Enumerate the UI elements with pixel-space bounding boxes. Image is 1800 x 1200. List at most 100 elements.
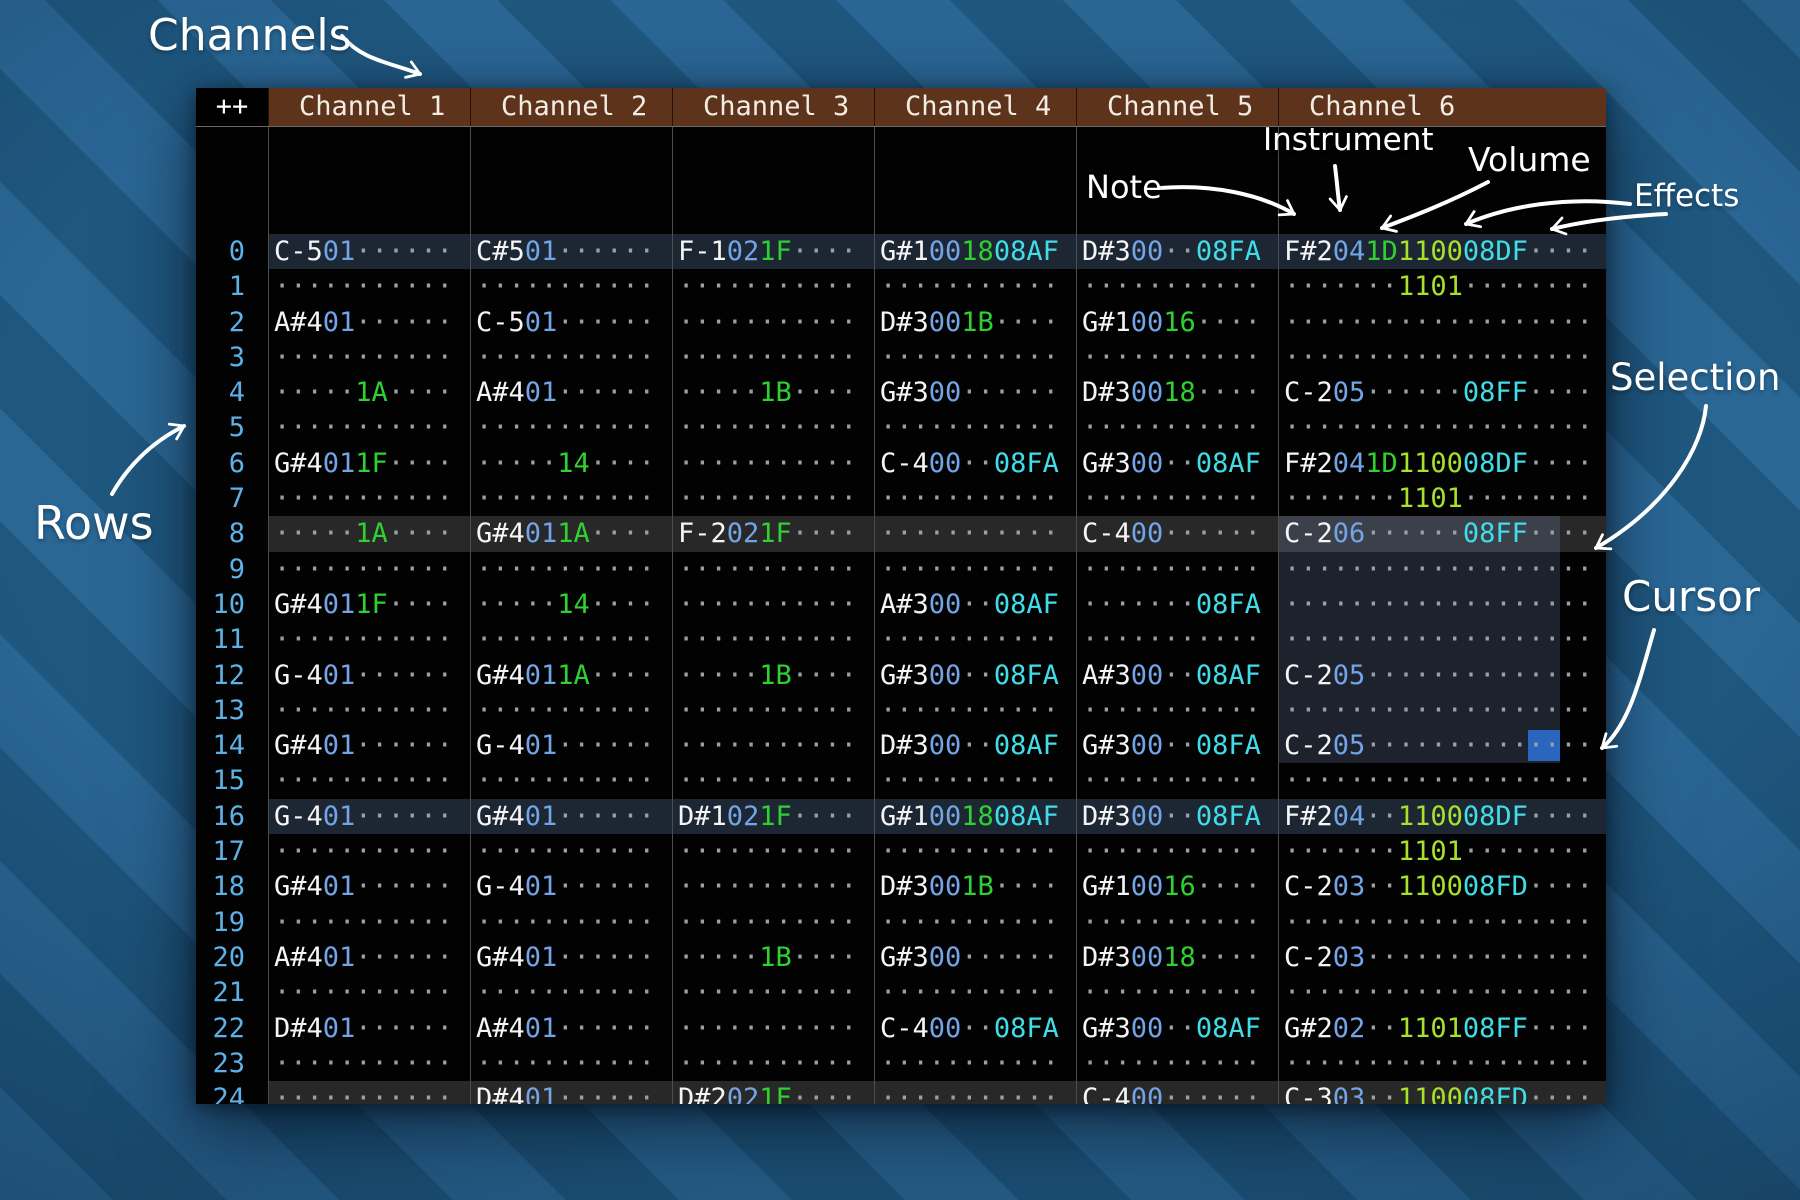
instrument-field[interactable]: 01 xyxy=(323,871,356,902)
effect-field-1[interactable]: ···· xyxy=(1398,377,1463,408)
volume-field[interactable]: ·· xyxy=(557,271,590,302)
instrument-field[interactable]: 02 xyxy=(727,518,760,549)
volume-field[interactable]: ·· xyxy=(961,589,994,620)
volume-field[interactable]: ·· xyxy=(759,730,792,761)
effect-field-2[interactable]: ···· xyxy=(1463,342,1528,373)
instrument-field[interactable]: ·· xyxy=(323,377,356,408)
effect-field-1[interactable]: ···· xyxy=(994,1083,1059,1104)
effect-field-1[interactable]: ···· xyxy=(994,271,1059,302)
channel-header-3[interactable]: Channel 3 xyxy=(672,88,874,126)
volume-field[interactable]: ·· xyxy=(355,942,388,973)
instrument-field[interactable]: ·· xyxy=(1131,695,1164,726)
note-field[interactable]: ··· xyxy=(1082,483,1131,514)
instrument-field[interactable]: 01 xyxy=(525,660,558,691)
note-field[interactable]: ··· xyxy=(274,412,323,443)
effect-field-1[interactable]: ···· xyxy=(1196,765,1261,796)
note-field[interactable]: C-5 xyxy=(274,236,323,267)
effect-field-3[interactable]: ···· xyxy=(1528,730,1593,761)
pattern-cell[interactable]: ··········· xyxy=(268,340,470,375)
note-field[interactable]: ··· xyxy=(274,765,323,796)
volume-field[interactable]: 18 xyxy=(961,801,994,832)
note-field[interactable]: A#4 xyxy=(476,377,525,408)
note-field[interactable]: G#1 xyxy=(880,236,929,267)
instrument-field[interactable]: ·· xyxy=(323,342,356,373)
volume-field[interactable]: 1F xyxy=(355,589,388,620)
channel-header-2[interactable]: Channel 2 xyxy=(470,88,672,126)
volume-field[interactable]: ·· xyxy=(759,1013,792,1044)
instrument-field[interactable]: 04 xyxy=(1333,801,1366,832)
note-field[interactable]: ··· xyxy=(880,342,929,373)
pattern-cell[interactable]: ··················· xyxy=(1278,905,1606,940)
note-field[interactable]: ··· xyxy=(274,1083,323,1104)
instrument-field[interactable]: 00 xyxy=(929,730,962,761)
note-field[interactable]: ··· xyxy=(476,624,525,655)
note-field[interactable]: ··· xyxy=(880,907,929,938)
instrument-field[interactable]: ·· xyxy=(525,412,558,443)
instrument-field[interactable]: ·· xyxy=(525,977,558,1008)
note-field[interactable]: ··· xyxy=(678,342,727,373)
volume-field[interactable]: ·· xyxy=(759,412,792,443)
pattern-cell[interactable]: ··········· xyxy=(874,1046,1076,1081)
effect-field-3[interactable]: ···· xyxy=(1528,518,1593,549)
effect-field-1[interactable]: ···· xyxy=(590,1048,655,1079)
instrument-field[interactable]: 00 xyxy=(1131,730,1164,761)
pattern-cell[interactable]: ··········· xyxy=(672,728,874,763)
instrument-field[interactable]: 03 xyxy=(1333,1083,1366,1104)
note-field[interactable]: G#4 xyxy=(476,801,525,832)
pattern-cell[interactable]: ··················· xyxy=(1278,693,1606,728)
note-field[interactable]: ··· xyxy=(880,554,929,585)
volume-field[interactable]: ·· xyxy=(759,483,792,514)
pattern-cell[interactable]: G-401······ xyxy=(470,728,672,763)
pattern-cell[interactable]: ··········· xyxy=(874,269,1076,304)
instrument-field[interactable]: ·· xyxy=(727,942,760,973)
volume-field[interactable]: ·· xyxy=(1365,730,1398,761)
effect-field-1[interactable]: ···· xyxy=(1398,907,1463,938)
instrument-field[interactable]: ·· xyxy=(929,1083,962,1104)
instrument-field[interactable]: ·· xyxy=(323,271,356,302)
instrument-field[interactable]: ·· xyxy=(727,836,760,867)
pattern-cell[interactable]: G#4011F···· xyxy=(268,446,470,481)
effect-field-2[interactable]: ···· xyxy=(1463,660,1528,691)
volume-field[interactable]: ·· xyxy=(1163,271,1196,302)
effect-field-1[interactable]: ···· xyxy=(388,342,453,373)
effect-field-1[interactable]: ···· xyxy=(388,977,453,1008)
pattern-cell[interactable]: ··········· xyxy=(1076,410,1278,445)
effect-field-2[interactable]: ···· xyxy=(1463,1048,1528,1079)
effect-field-1[interactable]: ···· xyxy=(388,660,453,691)
pattern-cell[interactable]: ··········· xyxy=(1076,481,1278,516)
effect-field-1[interactable]: ···· xyxy=(994,518,1059,549)
note-field[interactable]: ··· xyxy=(880,695,929,726)
effect-field-1[interactable]: ···· xyxy=(792,624,857,655)
instrument-field[interactable]: ·· xyxy=(525,271,558,302)
note-field[interactable]: C-2 xyxy=(1284,730,1333,761)
effect-field-3[interactable]: ···· xyxy=(1528,307,1593,338)
volume-field[interactable]: ·· xyxy=(557,624,590,655)
instrument-field[interactable]: 02 xyxy=(727,1083,760,1104)
note-field[interactable]: G#3 xyxy=(880,377,929,408)
instrument-field[interactable]: ·· xyxy=(1333,307,1366,338)
volume-field[interactable]: 1F xyxy=(759,801,792,832)
effect-field-1[interactable]: ···· xyxy=(590,589,655,620)
pattern-cell[interactable]: G-401······ xyxy=(470,869,672,904)
pattern-cell[interactable]: ··········· xyxy=(470,481,672,516)
pattern-cell[interactable]: G-401······ xyxy=(268,658,470,693)
effect-field-1[interactable]: 1101 xyxy=(1398,836,1463,867)
instrument-field[interactable]: ·· xyxy=(323,977,356,1008)
effect-field-1[interactable]: ···· xyxy=(792,977,857,1008)
volume-field[interactable]: ·· xyxy=(1365,589,1398,620)
note-field[interactable]: ··· xyxy=(1284,271,1333,302)
volume-field[interactable]: ·· xyxy=(1163,695,1196,726)
note-field[interactable]: ··· xyxy=(880,483,929,514)
pattern-cell[interactable]: ··········· xyxy=(672,975,874,1010)
pattern-cell[interactable]: G#300··08AF xyxy=(1076,446,1278,481)
volume-field[interactable]: ·· xyxy=(355,765,388,796)
volume-field[interactable]: 1A xyxy=(355,377,388,408)
effect-field-1[interactable]: ···· xyxy=(1398,695,1463,726)
effect-field-2[interactable]: 08FF xyxy=(1463,518,1528,549)
note-field[interactable]: D#3 xyxy=(880,730,929,761)
instrument-field[interactable]: ·· xyxy=(727,907,760,938)
pattern-cell[interactable]: ··················· xyxy=(1278,340,1606,375)
pattern-cell[interactable]: ··················· xyxy=(1278,410,1606,445)
note-field[interactable]: G-4 xyxy=(274,801,323,832)
instrument-field[interactable]: ·· xyxy=(323,1083,356,1104)
